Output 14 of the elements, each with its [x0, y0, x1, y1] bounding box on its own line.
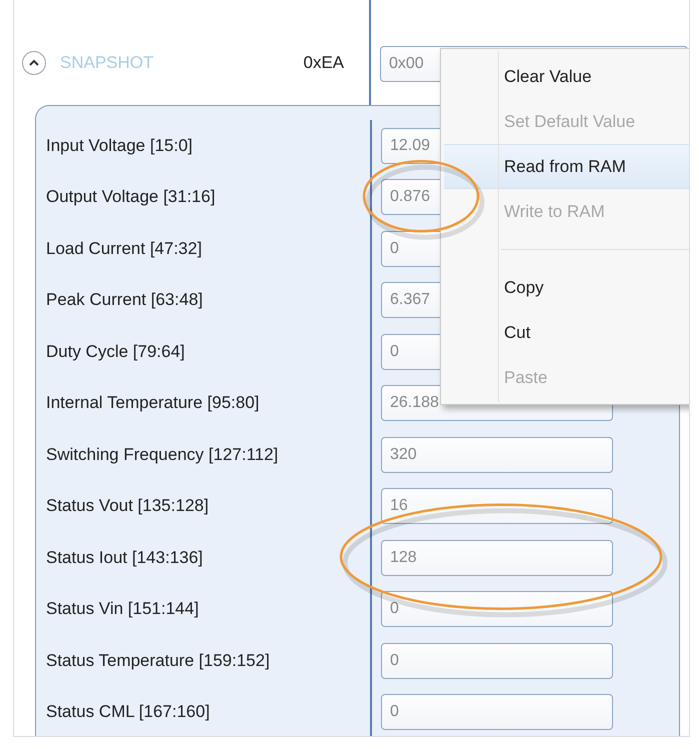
field-label: Output Voltage [31:16] [46, 187, 216, 208]
field-label: Load Current [47:32] [46, 238, 202, 259]
field-label: Status Vin [151:144] [46, 599, 199, 620]
field-label: Status CML [167:160] [46, 702, 210, 722]
register-address: 0xEA [303, 52, 344, 74]
field-label: Peak Current [63:48] [46, 290, 203, 310]
field-label: Internal Temperature [95:80] [46, 393, 260, 414]
field-label: Input Voltage [15:0] [46, 136, 193, 156]
field-label: Status Temperature [159:152] [46, 650, 270, 671]
section-title: SNAPSHOT [60, 52, 154, 74]
field-label: Switching Frequency [127:112] [46, 444, 278, 465]
field-label: Status Iout [143:136] [46, 548, 203, 568]
field-label: Duty Cycle [79:64] [46, 342, 185, 362]
field-label: Status Vout [135:128] [46, 496, 209, 516]
